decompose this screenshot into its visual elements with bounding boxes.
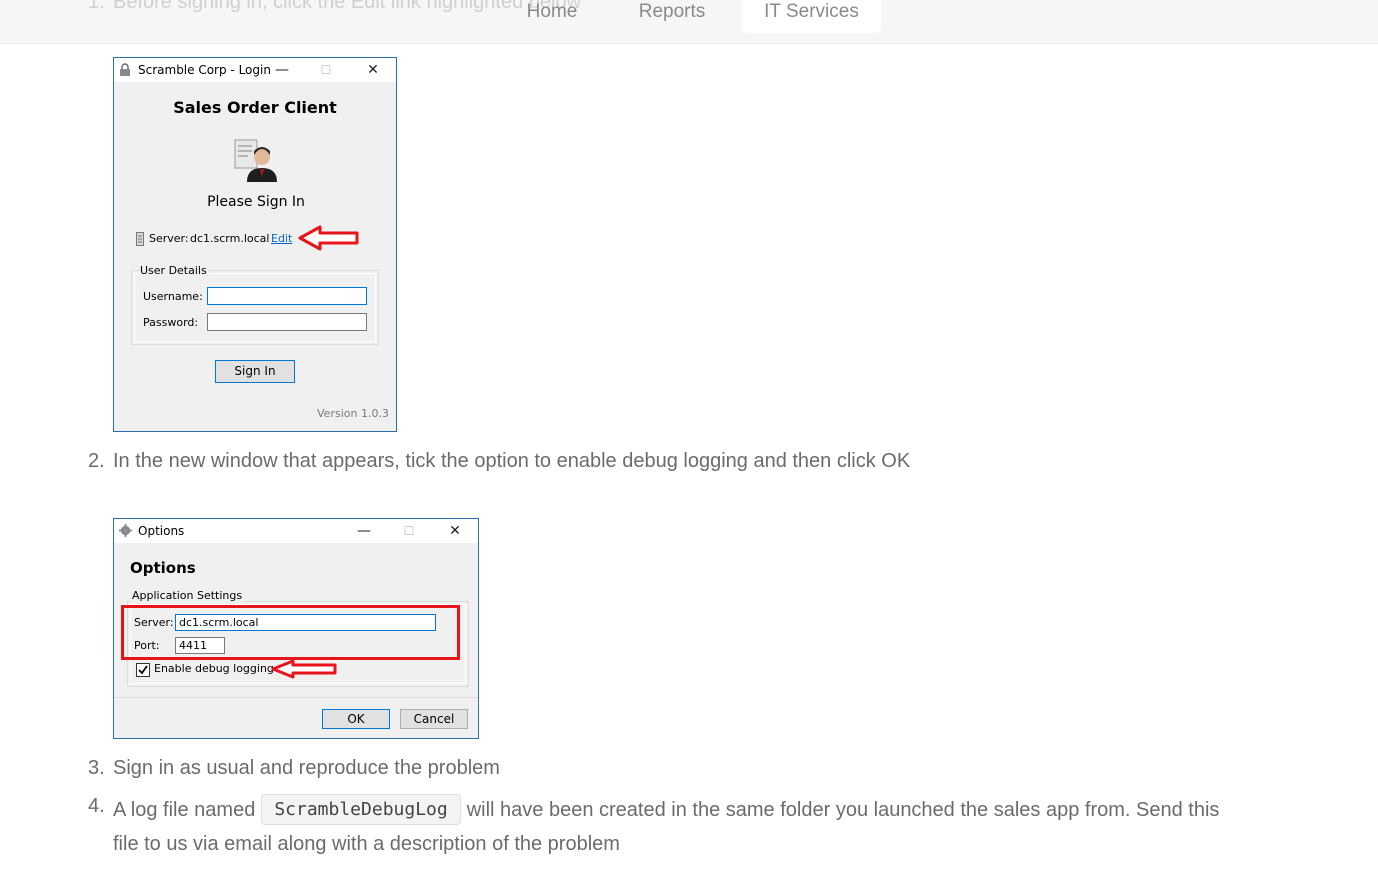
step-number: 2. bbox=[88, 450, 105, 472]
options-window-screenshot: Options — ☐ ✕ Options Application Settin… bbox=[113, 518, 479, 739]
maximize-icon: ☐ bbox=[403, 524, 415, 538]
application-settings-title: Application Settings bbox=[131, 589, 244, 602]
step-text-after: will have been created in the same folde… bbox=[466, 799, 1220, 821]
options-titlebar: Options — ☐ ✕ bbox=[114, 519, 478, 543]
login-window-title: Scramble Corp - Login bbox=[138, 63, 271, 77]
highlight-box bbox=[121, 605, 460, 660]
step-number: 1. bbox=[88, 0, 105, 13]
login-titlebar: Scramble Corp - Login — ☐ ✕ bbox=[114, 58, 396, 82]
step-text: Sign in as usual and reproduce the probl… bbox=[113, 757, 500, 779]
sign-in-button[interactable]: Sign In bbox=[215, 360, 295, 383]
ok-button[interactable]: OK bbox=[322, 709, 390, 729]
nav-home-link[interactable]: Home bbox=[520, 0, 584, 33]
step-text-before: A log file named bbox=[113, 799, 256, 821]
annotation-arrow-icon bbox=[298, 225, 359, 251]
lock-icon bbox=[120, 63, 130, 76]
checkmark-icon bbox=[138, 665, 148, 675]
step-text-line-1: A log file named ScrambleDebugLog will hav… bbox=[113, 794, 1220, 826]
annotation-arrow-icon bbox=[271, 659, 337, 679]
close-icon[interactable]: ✕ bbox=[363, 60, 383, 80]
debug-logging-label[interactable]: Enable debug logging bbox=[154, 662, 274, 675]
nav-reports-link[interactable]: Reports bbox=[632, 0, 712, 33]
log-file-name-code: ScrambleDebugLog bbox=[261, 794, 461, 825]
edit-server-link[interactable]: Edit bbox=[271, 232, 292, 245]
top-navigation: 1. Before signing in, click the Edit link… bbox=[0, 0, 1378, 44]
server-value: dc1.scrm.local bbox=[190, 232, 270, 245]
password-input[interactable] bbox=[207, 313, 367, 331]
username-label: Username: bbox=[143, 290, 203, 303]
dialog-footer-divider bbox=[114, 697, 478, 698]
gear-icon bbox=[119, 524, 132, 537]
username-input[interactable] bbox=[207, 287, 367, 305]
debug-logging-checkbox[interactable] bbox=[136, 663, 150, 677]
cancel-button[interactable]: Cancel bbox=[400, 709, 468, 729]
maximize-icon: ☐ bbox=[320, 63, 332, 77]
step-text: In the new window that appears, tick the… bbox=[113, 450, 911, 472]
minimize-icon[interactable]: — bbox=[354, 521, 374, 541]
server-icon bbox=[136, 232, 144, 246]
nav-it-services-link[interactable]: IT Services bbox=[742, 0, 881, 33]
options-heading: Options bbox=[130, 559, 196, 577]
options-window-title: Options bbox=[138, 524, 185, 538]
partially-hidden-step-1: 1. Before signing in, click the Edit link… bbox=[88, 0, 581, 14]
step-number: 4. bbox=[88, 795, 105, 817]
minimize-icon[interactable]: — bbox=[272, 60, 292, 80]
close-icon[interactable]: ✕ bbox=[445, 521, 465, 541]
user-avatar-icon bbox=[234, 139, 277, 182]
step-number: 3. bbox=[88, 757, 105, 779]
please-sign-in-text: Please Sign In bbox=[207, 194, 305, 210]
user-details-group bbox=[131, 270, 379, 345]
login-heading: Sales Order Client bbox=[173, 98, 337, 117]
version-label: Version 1.0.3 bbox=[317, 407, 389, 420]
password-label: Password: bbox=[143, 316, 199, 329]
server-label: Server: bbox=[149, 232, 189, 245]
step-text-line-2: file to us via email along with a descri… bbox=[113, 833, 620, 855]
login-window-screenshot: Scramble Corp - Login — ☐ ✕ Sales Order … bbox=[113, 57, 397, 432]
step-text: Before signing in, click the Edit link h… bbox=[113, 0, 582, 13]
user-details-group-title: User Details bbox=[138, 264, 209, 277]
